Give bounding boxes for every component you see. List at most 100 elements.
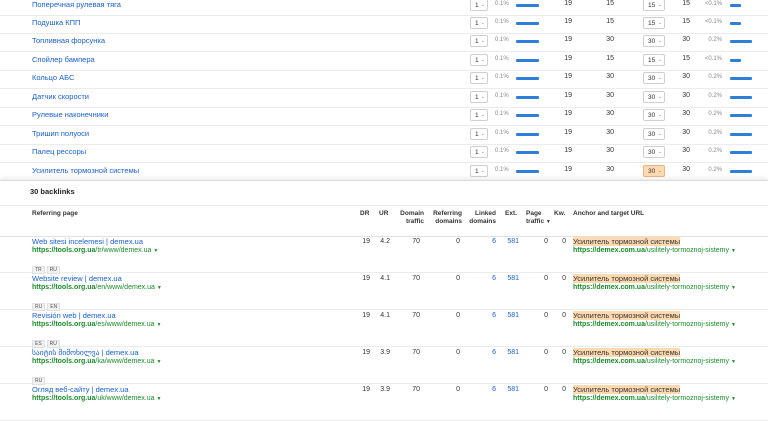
- volume-select[interactable]: 15 ⌄: [643, 54, 665, 66]
- chevron-down-icon: ⌄: [657, 94, 662, 100]
- volume-select[interactable]: 15 ⌄: [643, 0, 665, 11]
- position-select[interactable]: 1 ⌄: [470, 54, 488, 66]
- header-referring-domains[interactable]: Referring domains: [426, 210, 462, 226]
- header-dr[interactable]: DR: [360, 210, 369, 218]
- keyword-link[interactable]: Палец рессоры: [32, 147, 86, 156]
- ext-link[interactable]: 581: [503, 312, 519, 319]
- referring-domains-value: 0: [456, 349, 460, 356]
- traffic-bar: [516, 96, 539, 99]
- target-url[interactable]: https://demex.com.ua/usilitely-tormoznoj…: [573, 247, 736, 254]
- ur-value: 3.9: [380, 349, 390, 356]
- header-anchor[interactable]: Anchor and target URL: [573, 210, 644, 218]
- caret-down-icon[interactable]: ▼: [156, 322, 161, 328]
- domain-traffic-value: 70: [412, 386, 420, 393]
- referring-page-url[interactable]: https://tools.org.ua/es/www/demex.ua ▼: [32, 321, 161, 328]
- referring-page-url[interactable]: https://tools.org.ua/en/www/demex.ua ▼: [32, 284, 162, 291]
- linked-domains-link[interactable]: 6: [484, 349, 496, 356]
- position-select[interactable]: 1 ⌄: [470, 109, 488, 121]
- chevron-down-icon: ⌄: [480, 38, 485, 44]
- referring-page-title[interactable]: Web sitesi incelemesi | demex.ua: [32, 237, 143, 246]
- keyword-link[interactable]: Подушка КПП: [32, 18, 80, 27]
- caret-down-icon[interactable]: ▼: [731, 396, 736, 402]
- position-select[interactable]: 1 ⌄: [470, 146, 488, 158]
- traffic-share-2: <0.1%: [704, 1, 722, 7]
- page-traffic-value: 0: [544, 238, 548, 245]
- domain-traffic-value: 70: [412, 349, 420, 356]
- chevron-down-icon: ⌄: [480, 20, 485, 26]
- position-select[interactable]: 1 ⌄: [470, 165, 488, 177]
- backlink-row: Огляд веб-сайту | demex.ua https://tools.…: [0, 383, 768, 421]
- referring-page-url[interactable]: https://tools.org.ua/tr/www/demex.ua ▼: [32, 247, 158, 254]
- volume-select[interactable]: 30 ⌄: [643, 72, 665, 84]
- linked-domains-link[interactable]: 6: [484, 275, 496, 282]
- chevron-down-icon: ⌄: [657, 149, 662, 155]
- keyword-value-3: 30: [682, 166, 690, 173]
- keyword-link[interactable]: Топливная форсунка: [32, 36, 105, 45]
- header-linked-domains[interactable]: Linked domains: [468, 210, 496, 226]
- keyword-value-2: 30: [606, 73, 614, 80]
- volume-select[interactable]: 30 ⌄: [643, 146, 665, 158]
- traffic-bar-2: [730, 151, 752, 154]
- target-url[interactable]: https://demex.com.ua/usilitely-tormoznoj…: [573, 284, 736, 291]
- referring-page-title[interactable]: Website review | demex.ua: [32, 274, 122, 283]
- caret-down-icon[interactable]: ▼: [731, 359, 736, 365]
- keyword-value-2: 30: [606, 166, 614, 173]
- keyword-link[interactable]: Тришип полуоси: [32, 129, 89, 138]
- traffic-bar-2: [730, 96, 752, 99]
- chevron-down-icon: ⌄: [657, 20, 662, 26]
- volume-select[interactable]: 30 ⌄: [643, 165, 665, 177]
- keyword-row: Подушка КПП 1 ⌄ 0.1% 19 15 15 ⌄ 15 <0.1%: [0, 15, 768, 34]
- header-ext[interactable]: Ext.: [505, 210, 517, 218]
- keyword-value-3: 30: [682, 92, 690, 99]
- position-select[interactable]: 1 ⌄: [470, 35, 488, 47]
- ur-value: 4.2: [380, 238, 390, 245]
- caret-down-icon[interactable]: ▼: [156, 396, 161, 402]
- referring-page-url[interactable]: https://tools.org.ua/ka/www/demex.ua ▼: [32, 358, 161, 365]
- keyword-link[interactable]: Рулевые наконечники: [32, 110, 108, 119]
- keyword-link[interactable]: Датчик скорости: [32, 92, 89, 101]
- header-referring-page[interactable]: Referring page: [32, 210, 78, 218]
- anchor-text: Усилитель тормозной системы: [573, 237, 681, 246]
- caret-down-icon[interactable]: ▼: [157, 285, 162, 291]
- caret-down-icon[interactable]: ▼: [731, 285, 736, 291]
- position-select[interactable]: 1 ⌄: [470, 91, 488, 103]
- linked-domains-link[interactable]: 6: [484, 312, 496, 319]
- volume-select[interactable]: 30 ⌄: [643, 91, 665, 103]
- volume-select[interactable]: 15 ⌄: [643, 17, 665, 29]
- volume-select[interactable]: 30 ⌄: [643, 109, 665, 121]
- keyword-link[interactable]: Усилитель тормозной системы: [32, 166, 139, 175]
- header-ur[interactable]: UR: [379, 210, 388, 218]
- referring-page-title[interactable]: Revisión web | demex.ua: [32, 311, 116, 320]
- header-kw[interactable]: Kw.: [554, 210, 565, 218]
- target-url[interactable]: https://demex.com.ua/usilitely-tormoznoj…: [573, 321, 736, 328]
- keyword-link[interactable]: Спойлер бампера: [32, 55, 95, 64]
- caret-down-icon[interactable]: ▼: [731, 248, 736, 254]
- ext-link[interactable]: 581: [503, 386, 519, 393]
- caret-down-icon[interactable]: ▼: [731, 322, 736, 328]
- anchor-text: Усилитель тормозной системы: [573, 348, 681, 357]
- linked-domains-link[interactable]: 6: [484, 238, 496, 245]
- referring-page-title[interactable]: Огляд веб-сайту | demex.ua: [32, 385, 129, 394]
- caret-down-icon[interactable]: ▼: [153, 248, 158, 254]
- position-select[interactable]: 1 ⌄: [470, 128, 488, 140]
- linked-domains-link[interactable]: 6: [484, 386, 496, 393]
- traffic-share: 0.1%: [495, 1, 509, 7]
- volume-select[interactable]: 30 ⌄: [643, 35, 665, 47]
- target-url[interactable]: https://demex.com.ua/usilitely-tormoznoj…: [573, 358, 736, 365]
- ext-link[interactable]: 581: [503, 275, 519, 282]
- chevron-down-icon: ⌄: [480, 112, 485, 118]
- keyword-link[interactable]: Поперечная рулевая тяга: [32, 0, 121, 9]
- ext-link[interactable]: 581: [503, 238, 519, 245]
- position-select[interactable]: 1 ⌄: [470, 72, 488, 84]
- volume-select[interactable]: 30 ⌄: [643, 128, 665, 140]
- ext-link[interactable]: 581: [503, 349, 519, 356]
- header-page-traffic[interactable]: Page traffic ▼: [526, 210, 554, 226]
- kw-value: 0: [562, 312, 566, 319]
- caret-down-icon[interactable]: ▼: [156, 359, 161, 365]
- header-domain-traffic[interactable]: Domain traffic: [394, 210, 424, 226]
- position-select[interactable]: 1 ⌄: [470, 17, 488, 29]
- referring-domains-value: 0: [456, 275, 460, 282]
- position-select[interactable]: 1 ⌄: [470, 0, 488, 11]
- keyword-link[interactable]: Кольцо АБС: [32, 73, 74, 82]
- referring-page-title[interactable]: საიტის მიმოხილვა | demex.ua: [32, 348, 139, 357]
